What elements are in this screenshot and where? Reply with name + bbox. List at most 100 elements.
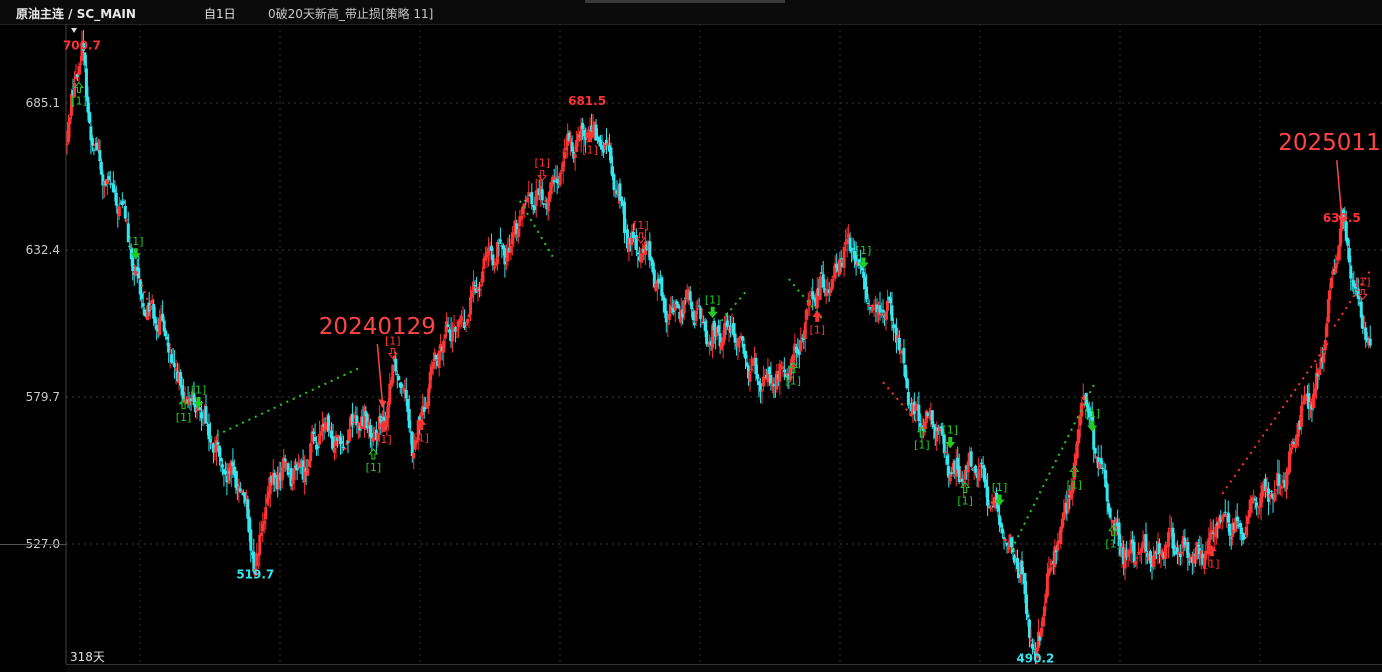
collapse-triangle-icon	[71, 28, 77, 33]
candle-body	[690, 301, 694, 310]
candle-body	[1080, 402, 1084, 417]
signal-label: [1]	[582, 144, 598, 157]
candle-body	[123, 206, 127, 219]
candle-body	[573, 154, 577, 159]
candle-body	[149, 305, 153, 310]
chart-header: 原油主连 / SC_MAIN 自1日 0破20天新高_带止损[策略 11]	[0, 0, 1382, 25]
signal-label: [1]	[366, 461, 382, 474]
candle-body	[306, 468, 310, 476]
candle-body	[343, 447, 347, 450]
candle-body	[1135, 557, 1139, 559]
candle-body	[316, 446, 320, 449]
signal-line	[1221, 339, 1331, 495]
y-tick-label: 685.1	[26, 96, 60, 110]
candle-body	[868, 305, 872, 307]
candle-body	[540, 189, 544, 201]
signal-label: [1]	[191, 383, 207, 396]
candle-body	[818, 276, 822, 300]
bar-count-label: 318天	[70, 650, 105, 664]
candle-body	[845, 239, 849, 245]
candle-body	[969, 451, 973, 467]
candle-body	[1026, 614, 1030, 618]
signal-label: [1]	[809, 323, 825, 336]
candle-body	[634, 235, 638, 250]
candle-body	[446, 324, 450, 327]
signal-label: [1]	[957, 494, 973, 507]
signal-arrow-up-icon	[73, 81, 84, 93]
candle-body	[1144, 534, 1148, 552]
date-annotation: 20240129	[319, 314, 436, 340]
date-annotation-arrow	[1336, 160, 1343, 219]
scroll-indicator[interactable]	[585, 0, 785, 3]
signal-label: [1]	[1084, 407, 1100, 420]
price-extreme-label: 490.2	[1016, 652, 1054, 664]
y-tick-label: 579.7	[26, 390, 60, 404]
candle-body	[216, 441, 220, 445]
signal-line	[210, 367, 359, 439]
candle-body	[394, 358, 398, 372]
price-extreme-label: 681.5	[568, 94, 606, 108]
candle-body	[1328, 290, 1332, 301]
candle-body	[1270, 490, 1274, 492]
candle-body	[90, 137, 94, 146]
candle-body	[803, 322, 807, 340]
candle-body	[204, 406, 208, 424]
signal-label: [1]	[1355, 275, 1371, 288]
signal-label: [1]	[786, 375, 802, 388]
candle-body	[117, 206, 121, 216]
signal-label: [1]	[128, 235, 144, 248]
candle-body	[1277, 473, 1281, 486]
candle-body	[1108, 508, 1112, 518]
price-extreme-label: 519.7	[236, 567, 274, 581]
candle-body	[371, 437, 375, 442]
candle-body	[1323, 340, 1327, 351]
candle-body	[902, 347, 906, 364]
period-selector[interactable]: 自1日	[204, 5, 236, 22]
signal-label: [1]	[914, 439, 930, 452]
signal-label: [1]	[1204, 558, 1220, 571]
candle-body	[1325, 323, 1329, 337]
candle-body	[906, 392, 910, 406]
candle-body	[258, 534, 262, 555]
candle-body	[1105, 483, 1109, 502]
signal-arrow-down-icon	[537, 170, 548, 182]
strategy-label[interactable]: 0破20天新高_带止损[策略 11]	[268, 5, 433, 22]
date-annotation: 20250116	[1278, 130, 1382, 156]
candle-body	[696, 308, 700, 310]
candle-body	[974, 465, 978, 473]
signal-label: [1]	[633, 219, 649, 232]
signal-label: [1]	[376, 433, 392, 446]
candle-body	[498, 239, 502, 242]
signal-line	[720, 289, 748, 322]
instrument-title[interactable]: 原油主连 / SC_MAIN	[16, 5, 136, 22]
candle-body	[264, 507, 268, 520]
candle-body	[763, 378, 767, 380]
candle-body	[404, 389, 408, 399]
signal-label: [1]	[942, 423, 958, 436]
candle-body	[397, 375, 401, 381]
price-extreme-label: 700.7	[63, 38, 101, 52]
signal-arrow-down-icon	[707, 306, 718, 319]
candle-body	[808, 299, 812, 306]
candle-body	[412, 452, 416, 459]
candle-body	[1093, 447, 1097, 454]
signal-label: [1]	[534, 157, 550, 170]
candle-body	[530, 192, 534, 205]
signal-label: [1]	[413, 431, 429, 444]
candle-body	[391, 364, 395, 384]
candle-body	[552, 180, 556, 183]
candle-body	[748, 371, 752, 382]
y-tick-label: 632.4	[26, 243, 60, 257]
signal-label: [1]	[176, 411, 192, 424]
candle-body	[688, 291, 692, 301]
candle-body	[1004, 538, 1008, 541]
signal-label: [1]	[71, 94, 87, 107]
candle-body	[558, 172, 562, 186]
date-annotation-arrow	[376, 344, 384, 403]
candle-body	[114, 192, 118, 206]
signal-label: [1]	[992, 481, 1008, 494]
candlestick-chart[interactable]: 527.0579.7632.4685.1 [1][1][1][1][1][1][1…	[0, 24, 1382, 664]
candle-body	[220, 464, 224, 468]
signal-label: [1]	[705, 293, 721, 306]
candle-body	[249, 529, 253, 551]
